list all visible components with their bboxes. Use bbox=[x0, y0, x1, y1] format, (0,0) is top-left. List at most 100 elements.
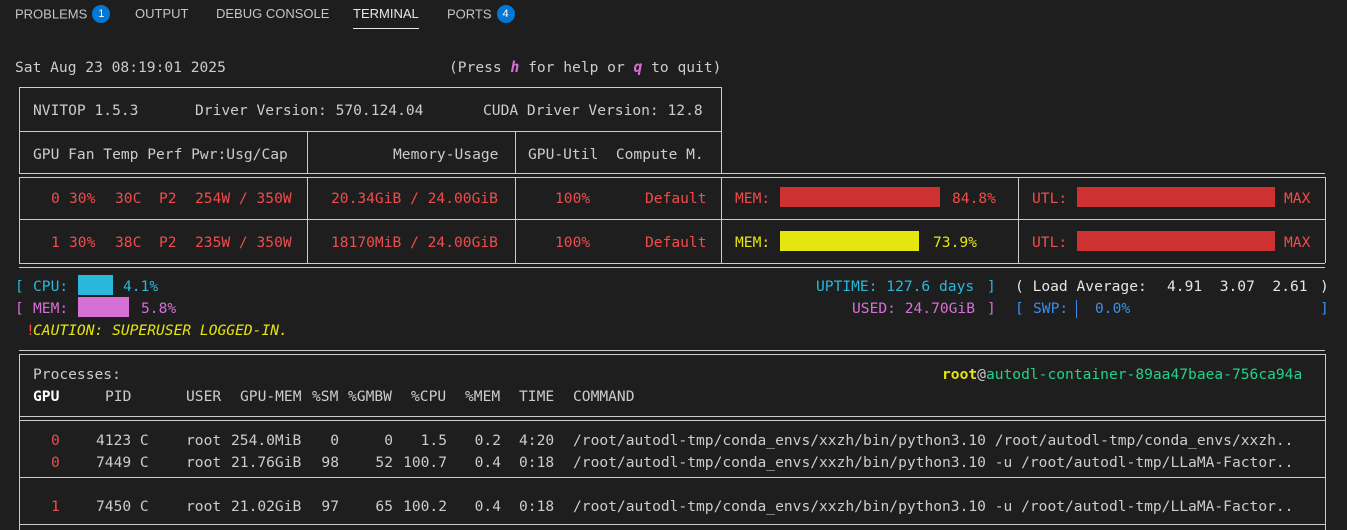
proc-gpu: 0 bbox=[51, 454, 60, 471]
user-host: root@autodl-container-89aa47baea-756ca94… bbox=[942, 366, 1302, 384]
uptime-close-bracket: ] bbox=[987, 278, 996, 295]
tab-debug-console-label: DEBUG CONSOLE bbox=[216, 6, 330, 21]
tab-problems-label: PROBLEMS bbox=[15, 6, 88, 22]
tab-ports[interactable]: PORTS 4 bbox=[447, 5, 515, 28]
gpu-mem-bar bbox=[780, 231, 919, 251]
gpu-util: 100% bbox=[555, 190, 591, 207]
swp-open-bracket: [ bbox=[1015, 300, 1024, 317]
nvitop-version: NVITOP 1.5.3 bbox=[33, 102, 139, 119]
proc-gpu: 1 bbox=[51, 498, 60, 515]
help-pre: (Press bbox=[449, 59, 511, 76]
cpu-usage-bar bbox=[78, 275, 113, 295]
gpu-memory-usage: 20.34GiB / 24.00GiB bbox=[331, 190, 498, 207]
tab-output[interactable]: OUTPUT bbox=[135, 6, 188, 28]
proc-mem: 0.4 bbox=[474, 498, 501, 515]
tab-ports-label: PORTS bbox=[447, 6, 492, 22]
used-close-bracket: ] bbox=[987, 300, 996, 317]
gpu-utl-value: MAX bbox=[1284, 190, 1311, 207]
panel-tab-bar: PROBLEMS 1 OUTPUT DEBUG CONSOLE TERMINAL … bbox=[0, 0, 1347, 30]
col-user: USER bbox=[186, 388, 222, 405]
swp-close-bracket: ] bbox=[1320, 300, 1329, 317]
col-gpu: GPU bbox=[33, 388, 60, 405]
gpu-memory-usage: 18170MiB / 24.00GiB bbox=[331, 234, 498, 251]
tab-debug-console[interactable]: DEBUG CONSOLE bbox=[216, 6, 329, 28]
process-user: root bbox=[942, 366, 978, 383]
gpu-perf: P2 bbox=[159, 190, 177, 207]
header-gpu-util-compute: GPU-Util Compute M. bbox=[528, 146, 704, 163]
proc-user: root bbox=[186, 432, 222, 449]
gpu-mem-percent: 84.8% bbox=[952, 190, 996, 207]
gpu-fan: 30% bbox=[69, 234, 96, 251]
gpu-util: 100% bbox=[555, 234, 591, 251]
help-key-h: h bbox=[510, 59, 520, 76]
gpu-index: 0 bbox=[51, 190, 60, 207]
swp-percent: 0.0% bbox=[1095, 300, 1131, 317]
col-mem: %MEM bbox=[465, 388, 501, 405]
help-post: to quit) bbox=[642, 59, 722, 76]
header-memory-usage: Memory-Usage bbox=[393, 146, 499, 163]
proc-gmbw: 52 bbox=[375, 454, 393, 471]
proc-gpu: 0 bbox=[51, 432, 60, 449]
help-mid: for help or bbox=[519, 59, 634, 76]
proc-user: root bbox=[186, 454, 222, 471]
proc-gmbw: 65 bbox=[375, 498, 393, 515]
gpu-compute-mode: Default bbox=[645, 190, 707, 207]
used-memory-text: USED: 24.70GiB bbox=[852, 300, 976, 317]
ports-count-badge: 4 bbox=[496, 5, 515, 23]
cpu-percent: 4.1% bbox=[123, 278, 159, 295]
help-hint: (Press h for help or q to quit) bbox=[449, 59, 721, 77]
gpu-mem-bar bbox=[780, 187, 940, 207]
gpu-temp: 38C bbox=[115, 234, 142, 251]
proc-gpu-mem: 21.02GiB bbox=[231, 498, 302, 515]
tab-terminal[interactable]: TERMINAL bbox=[353, 6, 419, 29]
proc-sm: 98 bbox=[321, 454, 339, 471]
col-command: COMMAND bbox=[573, 388, 635, 405]
tab-problems[interactable]: PROBLEMS 1 bbox=[15, 5, 111, 28]
gpu-power: 254W / 350W bbox=[195, 190, 292, 207]
proc-time: 4:20 bbox=[519, 432, 555, 449]
processes-title: Processes: bbox=[33, 366, 121, 383]
proc-pid: 4123 C bbox=[96, 432, 149, 449]
col-gpu-mem: GPU-MEM bbox=[240, 388, 302, 405]
proc-pid: 7449 C bbox=[96, 454, 149, 471]
proc-user: root bbox=[186, 498, 222, 515]
gpu-fan: 30% bbox=[69, 190, 96, 207]
gpu-power: 235W / 350W bbox=[195, 234, 292, 251]
tab-terminal-label: TERMINAL bbox=[353, 6, 419, 21]
proc-mem: 0.2 bbox=[474, 432, 501, 449]
host-mem-percent: 5.8% bbox=[141, 300, 177, 317]
cpu-open-bracket: [ bbox=[15, 278, 24, 295]
proc-time: 0:18 bbox=[519, 454, 555, 471]
process-hostname: autodl-container-89aa47baea-756ca94a bbox=[985, 366, 1303, 383]
gpu-temp: 30C bbox=[115, 190, 142, 207]
col-cpu: %CPU bbox=[411, 388, 447, 405]
gpu-utl-bar bbox=[1077, 187, 1275, 207]
proc-gmbw: 0 bbox=[384, 432, 393, 449]
load-average-close: ) bbox=[1320, 278, 1329, 295]
gpu-utl-label: UTL: bbox=[1032, 190, 1068, 207]
cuda-version: CUDA Driver Version: 12.8 bbox=[483, 102, 703, 119]
col-gmbw: %GMBW bbox=[348, 388, 392, 405]
host-mem-label: MEM: bbox=[33, 300, 69, 317]
caution-text: CAUTION: SUPERUSER LOGGED-IN. bbox=[33, 322, 288, 339]
uptime-text: UPTIME: 127.6 days bbox=[816, 278, 975, 295]
gpu-perf: P2 bbox=[159, 234, 177, 251]
terminal-output[interactable]: Sat Aug 23 08:19:01 2025 (Press h for he… bbox=[0, 30, 1347, 530]
gpu-utl-value: MAX bbox=[1284, 234, 1311, 251]
user-host-at: @ bbox=[977, 366, 986, 383]
driver-version: Driver Version: 570.124.04 bbox=[195, 102, 424, 119]
proc-cpu: 100.7 bbox=[403, 454, 447, 471]
load-average-values: 4.91 3.07 2.61 bbox=[1167, 278, 1308, 295]
cpu-label: CPU: bbox=[33, 278, 69, 295]
gpu-compute-mode: Default bbox=[645, 234, 707, 251]
proc-command: /root/autodl-tmp/conda_envs/xxzh/bin/pyt… bbox=[573, 498, 1294, 515]
proc-command: /root/autodl-tmp/conda_envs/xxzh/bin/pyt… bbox=[573, 454, 1294, 471]
datetime-text: Sat Aug 23 08:19:01 2025 bbox=[15, 59, 226, 76]
proc-sm: 97 bbox=[321, 498, 339, 515]
proc-cpu: 100.2 bbox=[403, 498, 447, 515]
proc-mem: 0.4 bbox=[474, 454, 501, 471]
swp-label: SWP: bbox=[1033, 300, 1069, 317]
col-time: TIME bbox=[519, 388, 555, 405]
gpu-utl-label: UTL: bbox=[1032, 234, 1068, 251]
header-gpu-fan-temp-perf-power: GPU Fan Temp Perf Pwr:Usg/Cap bbox=[33, 146, 288, 163]
